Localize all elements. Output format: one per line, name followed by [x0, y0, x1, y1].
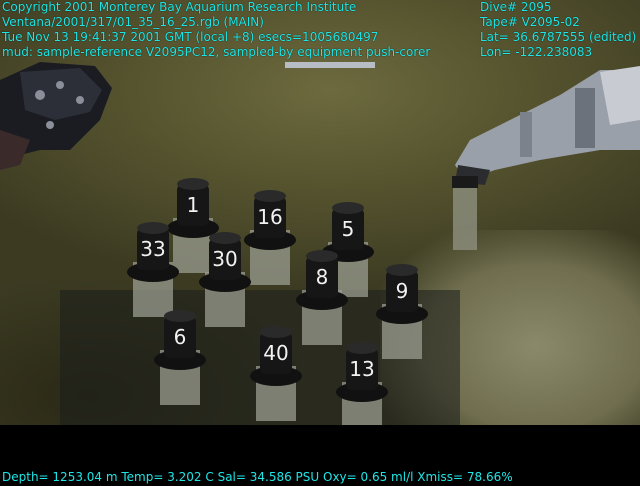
- source-file-text: Ventana/2001/317/01_35_16_25.rgb (MAIN): [2, 15, 264, 29]
- copyright-text: Copyright 2001 Monterey Bay Aquarium Res…: [2, 0, 357, 14]
- dive-text: Dive# 2095: [480, 0, 552, 14]
- seafloor-scene: 1 33 16 5 30 8 9 6 40 13: [0, 0, 640, 425]
- timestamp-text: Tue Nov 13 19:41:37 2001 GMT (local +8) …: [2, 30, 379, 44]
- core-label: 9: [396, 279, 409, 303]
- video-frame: 1 33 16 5 30 8 9 6 40 13 Copyright 2001 Monterey …: [0, 0, 640, 486]
- push-core: 6: [154, 310, 206, 405]
- push-core: 40: [250, 326, 302, 421]
- core-label: 13: [349, 357, 374, 381]
- push-core: 33: [127, 222, 179, 317]
- core-label: 5: [342, 217, 355, 241]
- telemetry-text: Depth= 1253.04 m Temp= 3.202 C Sal= 34.5…: [2, 470, 513, 484]
- latitude-text: Lat= 36.6787555 (edited): [480, 30, 637, 44]
- push-core: 13: [336, 342, 388, 425]
- core-label: 30: [212, 247, 237, 271]
- tape-text: Tape# V2095-02: [480, 15, 580, 29]
- core-label: 40: [263, 341, 288, 365]
- core-label: 33: [140, 237, 165, 261]
- annotation-text: mud: sample-reference V2095PC12, sampled…: [2, 45, 431, 59]
- push-core-array: 1 33 16 5 30 8 9 6 40 13: [127, 178, 428, 425]
- core-label: 6: [174, 325, 187, 349]
- push-core: 16: [244, 190, 296, 285]
- longitude-text: Lon= -122.238083: [480, 45, 593, 59]
- core-label: 8: [316, 265, 329, 289]
- push-core: 9: [376, 264, 428, 359]
- core-label: 1: [187, 193, 200, 217]
- core-label: 16: [257, 205, 282, 229]
